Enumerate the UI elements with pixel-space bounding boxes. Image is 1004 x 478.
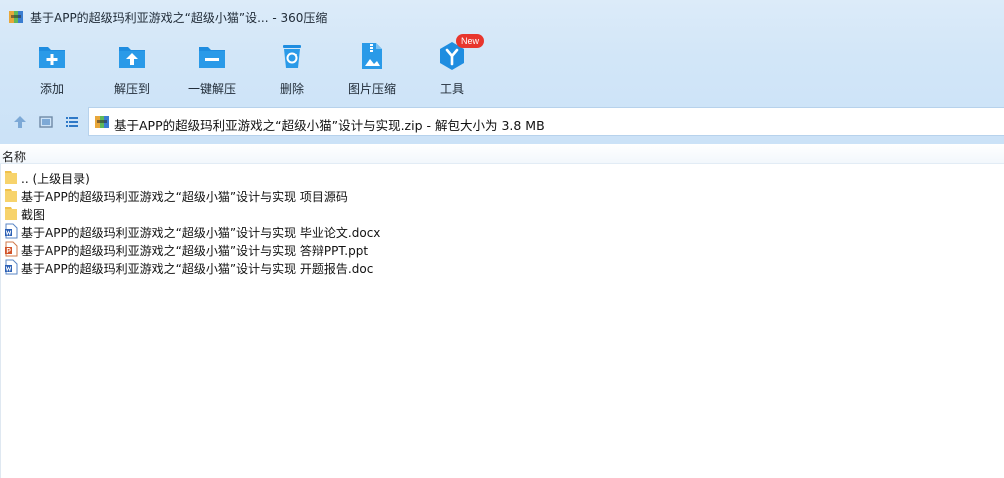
- main-toolbar: 添加 解压到 一键解压 删除 图片压缩 New 工具: [0, 34, 1004, 104]
- delete-label: 删除: [279, 82, 304, 96]
- path-field[interactable]: 基于APP的超级玛利亚游戏之“超级小猫”设计与实现.zip - 解包大小为 3.…: [88, 107, 1004, 136]
- add-folder-icon: [39, 47, 65, 68]
- delete-button[interactable]: 删除: [252, 38, 332, 100]
- list-header: 名称: [0, 144, 1004, 164]
- add-button[interactable]: 添加: [12, 38, 92, 100]
- one-click-extract-icon: [199, 47, 225, 68]
- list-item[interactable]: 基于APP的超级玛利亚游戏之“超级小猫”设计与实现 毕业论文.docx: [0, 222, 600, 240]
- image-compress-button[interactable]: 图片压缩: [332, 38, 412, 100]
- list-item-label: 截图: [21, 208, 46, 222]
- image-compress-icon: [362, 43, 382, 69]
- folder-icon: [5, 189, 17, 202]
- powerpoint-icon: [5, 241, 18, 257]
- extract-to-icon: [119, 47, 145, 68]
- folder-icon: [5, 171, 17, 184]
- list-item-label: 基于APP的超级玛利亚游戏之“超级小猫”设计与实现 答辩PPT.ppt: [21, 244, 369, 258]
- list-item-label: .. (上级目录): [21, 172, 90, 186]
- list-item[interactable]: 基于APP的超级玛利亚游戏之“超级小猫”设计与实现 项目源码: [0, 186, 600, 204]
- list-item[interactable]: 截图: [0, 204, 600, 222]
- list-item-label: 基于APP的超级玛利亚游戏之“超级小猫”设计与实现 开题报告.doc: [21, 262, 374, 276]
- title-bar: 基于APP的超级玛利亚游戏之“超级小猫”设... - 360压缩: [0, 0, 1004, 34]
- list-item[interactable]: 基于APP的超级玛利亚游戏之“超级小猫”设计与实现 答辩PPT.ppt: [0, 240, 600, 258]
- thumbnail-view-icon[interactable]: [38, 114, 54, 130]
- list-item[interactable]: 基于APP的超级玛利亚游戏之“超级小猫”设计与实现 开题报告.doc: [0, 258, 600, 276]
- image-compress-label: 图片压缩: [347, 82, 396, 96]
- list-view-icon[interactable]: [64, 114, 80, 130]
- up-arrow-icon[interactable]: [12, 114, 28, 130]
- one-click-extract-button[interactable]: 一键解压: [172, 38, 252, 100]
- word-document-icon: [5, 223, 18, 239]
- new-badge: New: [456, 34, 485, 48]
- list-item[interactable]: .. (上级目录): [0, 168, 600, 186]
- app-window: 基于APP的超级玛利亚游戏之“超级小猫”设... - 360压缩 添加 解压到: [0, 0, 1004, 478]
- extract-to-button[interactable]: 解压到: [92, 38, 172, 100]
- recycle-bin-icon: [283, 45, 301, 68]
- zip-file-icon: [95, 116, 109, 128]
- extract-to-label: 解压到: [113, 82, 150, 96]
- one-click-extract-label: 一键解压: [187, 82, 236, 96]
- tools-label: 工具: [439, 82, 464, 96]
- archive-app-icon: [9, 11, 23, 23]
- tools-button[interactable]: New 工具: [412, 34, 492, 100]
- folder-icon: [5, 207, 17, 220]
- list-item-label: 基于APP的超级玛利亚游戏之“超级小猫”设计与实现 项目源码: [21, 190, 348, 204]
- column-name-header[interactable]: 名称: [2, 148, 26, 165]
- navigation-bar: 基于APP的超级玛利亚游戏之“超级小猫”设计与实现.zip - 解包大小为 3.…: [0, 106, 1004, 138]
- word-document-icon: [5, 259, 18, 275]
- add-label: 添加: [39, 82, 64, 96]
- list-item-label: 基于APP的超级玛利亚游戏之“超级小猫”设计与实现 毕业论文.docx: [21, 226, 381, 240]
- window-title: 基于APP的超级玛利亚游戏之“超级小猫”设... - 360压缩: [30, 11, 328, 25]
- path-text: 基于APP的超级玛利亚游戏之“超级小猫”设计与实现.zip - 解包大小为 3.…: [114, 118, 545, 133]
